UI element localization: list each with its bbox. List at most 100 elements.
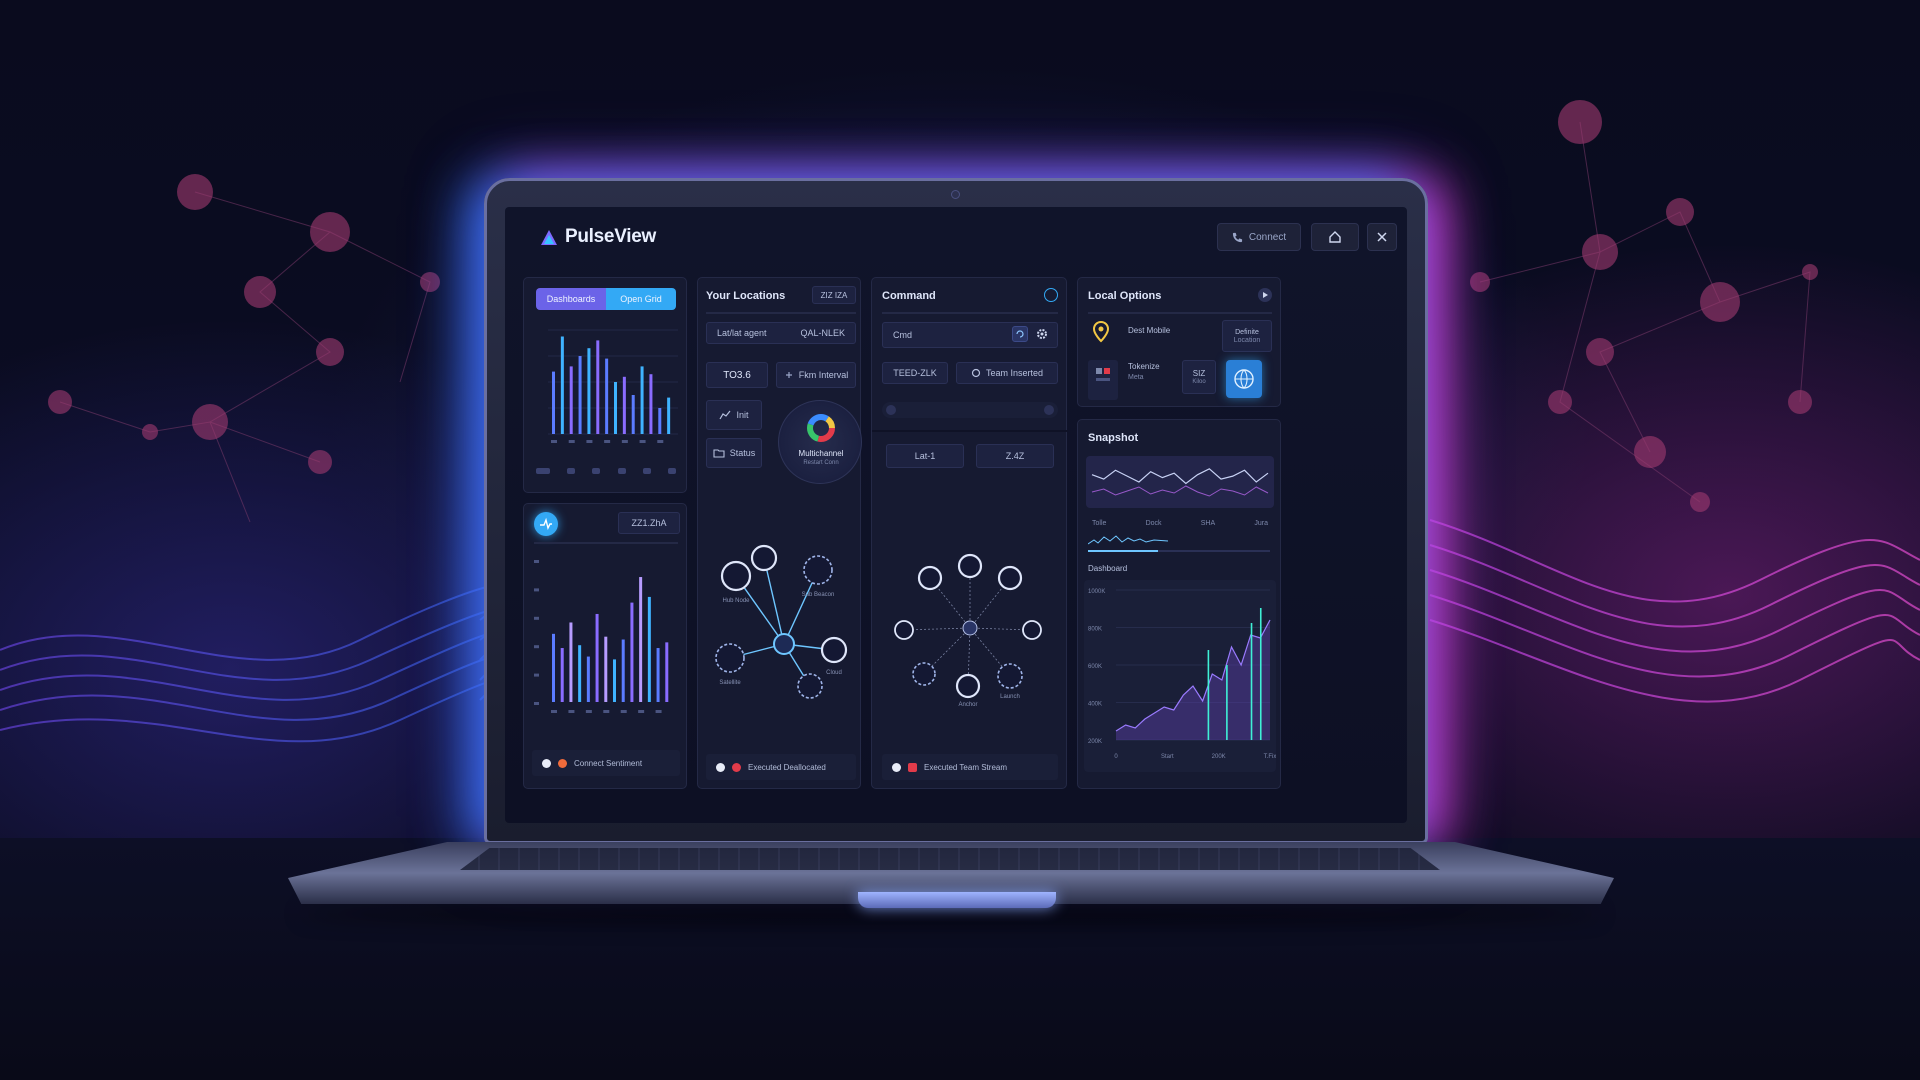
status-dot (542, 758, 551, 768)
lat-agent-value: QAL-NLEK (800, 328, 845, 338)
phone-icon (1232, 232, 1242, 242)
command-footer-label: Executed Team Stream (924, 762, 1008, 772)
bar (621, 639, 625, 702)
to-value-chip[interactable]: TO3.6 (706, 362, 768, 388)
locations-footer-label: Executed Deallocated (748, 762, 826, 772)
network-label-hub: Hub Node (722, 598, 750, 604)
init-button[interactable]: Init (706, 400, 762, 430)
network-label-beacon: Sub Beacon (802, 592, 835, 598)
tab-dashboards[interactable]: Dashboards (536, 288, 606, 310)
globe-button[interactable] (1226, 360, 1262, 398)
control-chip[interactable] (536, 468, 550, 474)
y-tick-label: 800K (1088, 627, 1102, 633)
bar (665, 642, 669, 702)
multichannel-widget[interactable]: Multichannel Restart Conn (778, 400, 862, 484)
sentiment-footer-label: Connect Sentiment (574, 758, 643, 768)
bar (552, 633, 555, 702)
slider-handle-left[interactable] (886, 405, 896, 415)
team-inserted-chip[interactable]: Team Inserted (956, 362, 1058, 384)
location-network-diagram: Hub Node Sub Beacon Satellite Cloud (715, 544, 848, 699)
y-tick (534, 616, 539, 620)
status-avatar[interactable] (534, 512, 558, 536)
status-button[interactable]: Status (706, 438, 762, 468)
home-button[interactable] (1311, 223, 1359, 251)
laptop-lid: PulseView Connect Dashboards Open Grid Z… (484, 178, 1428, 844)
progress-track (1158, 550, 1270, 552)
y-tick (534, 588, 539, 592)
lat-agent-row[interactable]: Lat/lat agent QAL-NLEK (706, 322, 856, 344)
settings-button[interactable] (1034, 326, 1050, 342)
control-chip[interactable] (567, 468, 576, 474)
y-tick-label: 600K (1088, 664, 1102, 670)
definite-sub: Location (1233, 336, 1261, 344)
control-chip[interactable] (642, 468, 651, 474)
location-pin-icon (1092, 320, 1110, 343)
refresh-icon (1016, 330, 1024, 338)
connect-button[interactable]: Connect (1217, 223, 1301, 251)
globe-icon (1234, 369, 1254, 389)
command-status-icon[interactable] (1044, 288, 1058, 302)
z-chip[interactable]: Z.4Z (976, 444, 1054, 468)
tab-open-grid[interactable]: Open Grid (606, 288, 676, 310)
local-options-menu-button[interactable] (1258, 288, 1272, 302)
bar (613, 659, 616, 702)
y-tick-label: 400K (1088, 702, 1102, 708)
command-slider[interactable] (882, 402, 1058, 418)
bar (649, 374, 653, 434)
divider (706, 312, 856, 314)
play-icon (1263, 292, 1268, 298)
snapshot-ticks: Tolle Dock SHA Jura (1092, 520, 1268, 527)
sentiment-badge: ZZ1.ZhA (618, 512, 680, 534)
command-network-diagram: Anchor Launch (894, 553, 1042, 708)
y-tick (534, 673, 539, 677)
bar (604, 636, 608, 702)
refresh-button[interactable] (1012, 326, 1028, 342)
y-tick (534, 702, 539, 705)
tokenize-tile[interactable] (1088, 360, 1118, 400)
network-label-launch: Launch (1000, 694, 1020, 700)
location-pin[interactable] (1088, 318, 1114, 350)
network-label-anchor: Anchor (958, 702, 977, 708)
tab-open-grid-label: Open Grid (620, 294, 662, 304)
locations-footer[interactable]: Executed Deallocated (706, 754, 856, 780)
command-input[interactable]: Cmd (882, 322, 1058, 348)
alert-dot (732, 762, 741, 772)
control-chip[interactable] (617, 468, 626, 474)
pulse-icon (540, 517, 552, 531)
control-chip[interactable] (667, 468, 676, 474)
bar (614, 382, 617, 434)
command-footer[interactable]: Executed Team Stream (882, 754, 1058, 780)
slider-handle-right[interactable] (1044, 405, 1054, 415)
x-tick (568, 710, 575, 713)
y-tick (534, 645, 539, 649)
status-dot (716, 762, 725, 772)
sentiment-footer[interactable]: Connect Sentiment (532, 750, 680, 776)
bar (578, 356, 582, 434)
definite-location-button[interactable]: Definite Location (1222, 320, 1272, 352)
status-dot (892, 762, 901, 772)
lat-chip[interactable]: Lat-1 (886, 444, 964, 468)
divider (534, 542, 678, 544)
sentiment-card: ZZ1.ZhA Connect Sentiment (523, 503, 687, 789)
bar (596, 340, 600, 434)
y-tick-label: 200K (1088, 739, 1102, 745)
bar (640, 366, 644, 434)
snapshot-card: Snapshot Tolle Dock SHA Jura Dashboard 1… (1077, 419, 1281, 789)
dest-mobile-label: Dest Mobile (1128, 326, 1171, 335)
command-title: Command (882, 290, 936, 302)
keyboard (460, 848, 1440, 870)
control-chip[interactable] (592, 468, 601, 474)
teed-chip[interactable]: TEED-ZLK (882, 362, 948, 384)
bar (630, 602, 634, 702)
interval-chip[interactable]: Fkm Interval (776, 362, 856, 388)
local-options-title: Local Options (1088, 290, 1162, 302)
siz-tile[interactable]: SIZ Kiloo (1182, 360, 1216, 394)
bar (560, 648, 564, 702)
multichannel-sub: Restart Conn (803, 460, 839, 466)
webcam (951, 190, 960, 199)
tokenize-label: Tokenize (1128, 362, 1160, 371)
bar (667, 397, 671, 434)
close-button[interactable] (1367, 223, 1397, 251)
x-tick (585, 710, 592, 713)
x-tick (604, 440, 611, 443)
